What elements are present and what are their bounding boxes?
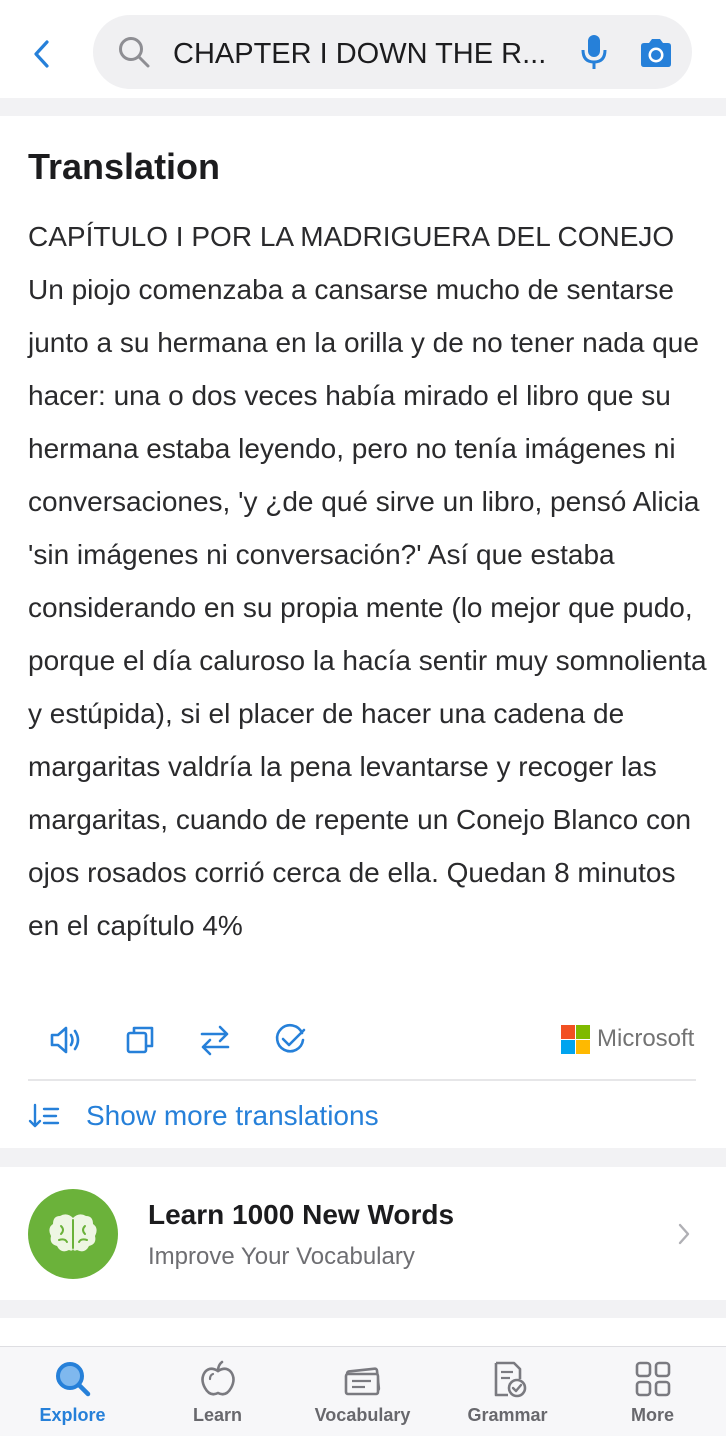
translation-card: Translation CAPÍTULO I POR LA MADRIGUERA… — [0, 116, 726, 1148]
apple-icon — [200, 1360, 235, 1396]
explore-search-icon — [55, 1362, 90, 1397]
tab-label: Learn — [192, 1405, 243, 1425]
microphone-icon[interactable] — [579, 33, 609, 71]
speaker-icon[interactable] — [48, 1022, 84, 1058]
tab-label: More — [630, 1405, 674, 1425]
tab-explore[interactable]: Explore — [0, 1347, 145, 1436]
show-more-translations-button[interactable]: Show more translations — [0, 1086, 726, 1146]
flashcards-icon — [344, 1367, 380, 1396]
tab-vocabulary[interactable]: Vocabulary — [290, 1347, 435, 1436]
grid-icon — [635, 1361, 670, 1397]
tab-label: Grammar — [467, 1405, 548, 1425]
learn-words-promo[interactable]: Learn 1000 New Words Improve Your Vocabu… — [0, 1167, 726, 1300]
show-more-translations-label: Show more translations — [86, 1100, 379, 1131]
divider — [28, 1079, 696, 1081]
content-edge — [0, 1318, 726, 1346]
back-button[interactable] — [24, 32, 60, 76]
chevron-left-icon[interactable] — [32, 39, 52, 69]
tab-label: Vocabulary — [314, 1405, 411, 1425]
tab-learn[interactable]: Learn — [145, 1347, 290, 1436]
sort-list-icon — [28, 1103, 60, 1128]
bottom-tab-bar: Explore Learn Vocabulary Grammar More — [0, 1346, 726, 1436]
provider-attribution: Microsoft — [561, 1022, 694, 1056]
search-box[interactable]: CHAPTER I DOWN THE R... — [93, 15, 692, 89]
brain-icon — [49, 1214, 97, 1252]
microsoft-logo-icon — [561, 1024, 590, 1054]
section-title: Translation — [28, 146, 221, 187]
translation-text[interactable]: CAPÍTULO I POR LA MADRIGUERA DEL CONEJO … — [28, 210, 708, 952]
chevron-right-icon — [678, 1223, 690, 1245]
camera-icon[interactable] — [638, 37, 674, 69]
tab-label: Explore — [39, 1405, 106, 1425]
search-input[interactable]: CHAPTER I DOWN THE R... — [173, 37, 558, 71]
check-circle-icon[interactable] — [272, 1022, 308, 1058]
tab-more[interactable]: More — [580, 1347, 725, 1436]
tab-grammar[interactable]: Grammar — [435, 1347, 580, 1436]
promo-subtitle: Improve Your Vocabulary — [148, 1243, 415, 1270]
promo-icon-badge — [28, 1189, 118, 1279]
grammar-check-icon — [494, 1361, 526, 1398]
swap-icon[interactable] — [197, 1022, 233, 1058]
copy-icon[interactable] — [122, 1022, 158, 1058]
translation-actions: Microsoft — [0, 1016, 726, 1062]
promo-title: Learn 1000 New Words — [148, 1199, 455, 1230]
top-bar: CHAPTER I DOWN THE R... — [0, 0, 726, 98]
search-icon — [119, 37, 150, 68]
provider-name: Microsoft — [597, 1025, 695, 1052]
